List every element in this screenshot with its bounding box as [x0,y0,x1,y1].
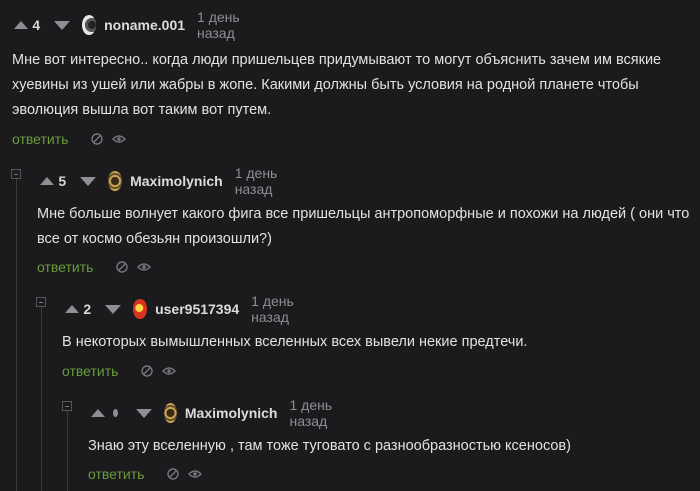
comment-score: 4 [32,17,41,33]
collapse-toggle-icon[interactable] [11,169,21,179]
reply-button[interactable]: ответить [62,363,118,379]
slashed-circle-icon[interactable] [115,260,129,274]
triangle-down-icon [80,176,97,186]
vote-down-button[interactable] [80,174,97,188]
slashed-circle-icon[interactable] [90,132,104,146]
thread-line-level3 [67,410,68,491]
collapse-toggle-icon[interactable] [36,297,46,307]
vote-up-button[interactable] [40,174,54,188]
vote-up-button[interactable] [65,302,79,316]
reply-button[interactable]: ответить [12,131,68,147]
comment-header: 4 noname.001 1 день назад [14,9,255,41]
comment-actions: ответить [12,129,127,149]
triangle-up-icon [65,305,79,313]
eye-icon[interactable] [162,364,177,378]
slashed-circle-icon[interactable] [140,364,154,378]
triangle-down-icon [105,304,122,314]
vote-up-button[interactable] [91,406,105,420]
comment-header: 2 user9517394 1 день назад [65,293,309,325]
comment-time[interactable]: 1 день назад [235,165,293,197]
comment-actions: ответить [62,361,177,381]
triangle-down-icon [136,408,153,418]
comment-time[interactable]: 1 день назад [289,397,343,429]
vote-up-button[interactable] [14,18,28,32]
comment-header: Maximolynich 1 день назад [91,397,343,429]
comment-score: 5 [58,173,67,189]
comment-time[interactable]: 1 день назад [251,293,309,325]
vote-down-button[interactable] [54,18,71,32]
reply-button[interactable]: ответить [88,466,144,482]
vote-down-button[interactable] [136,406,153,420]
eye-icon[interactable] [188,467,203,481]
comment-actions: ответить [88,464,203,484]
comment-text: Знаю эту вселенную , там тоже туговато с… [88,438,571,454]
avatar[interactable] [108,171,123,191]
vote-down-button[interactable] [105,302,122,316]
username[interactable]: Maximolynich [130,173,223,189]
username[interactable]: user9517394 [155,301,239,317]
triangle-up-icon [14,21,28,29]
avatar[interactable] [82,15,97,35]
avatar[interactable] [164,403,177,423]
triangle-up-icon [91,409,105,417]
comment-actions: ответить [37,257,152,277]
collapse-toggle-icon[interactable] [62,401,72,411]
comment-text: В некоторых вымышленных вселенных всех в… [62,334,528,350]
triangle-up-icon [40,177,54,185]
comment-header: 5 Maximolynich 1 день назад [40,165,293,197]
slashed-circle-icon[interactable] [166,467,180,481]
thread-line-level1 [16,178,17,491]
comment-score: 2 [83,301,92,317]
comment-time[interactable]: 1 день назад [197,9,255,41]
reply-button[interactable]: ответить [37,259,93,275]
comment-text: Мне вот интересно.. когда люди пришельце… [12,52,662,118]
username[interactable]: Maximolynich [185,405,278,421]
triangle-down-icon [54,20,71,30]
avatar[interactable] [133,299,148,319]
username[interactable]: noname.001 [104,17,185,33]
eye-icon[interactable] [112,132,127,146]
eye-icon[interactable] [137,260,152,274]
thread-line-level2 [41,306,42,491]
comment-text: Мне больше волнует какого фига все прише… [37,206,690,247]
score-hidden-dot [113,409,119,417]
